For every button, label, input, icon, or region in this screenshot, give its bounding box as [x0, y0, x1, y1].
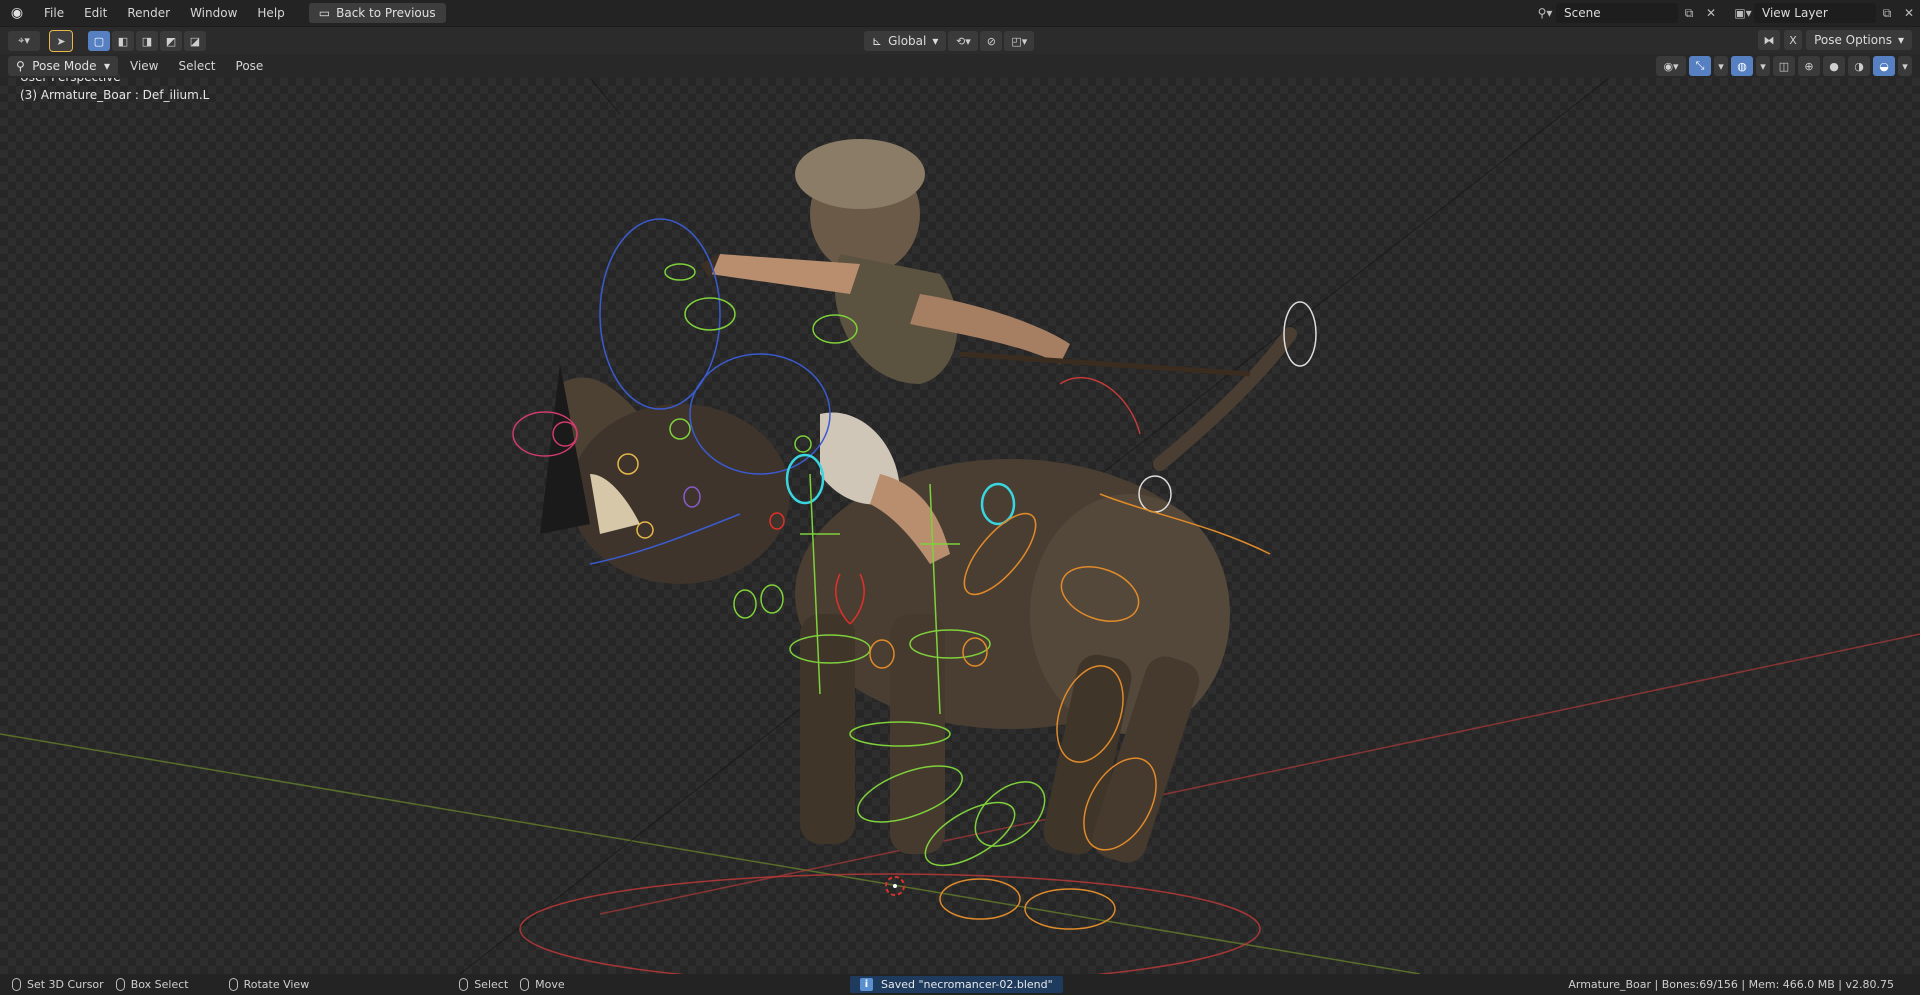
- select-new-icon[interactable]: ▢: [88, 31, 110, 51]
- shading-material-icon[interactable]: ◑: [1848, 56, 1870, 76]
- view-layer-field[interactable]: View Layer: [1754, 3, 1876, 23]
- status-bar: Set 3D Cursor Box Select Rotate View Sel…: [0, 974, 1920, 995]
- snap-icon[interactable]: ⊘: [980, 31, 1003, 51]
- status-move: Move: [520, 978, 565, 991]
- proportional-edit-icon[interactable]: ◰▾: [1004, 31, 1035, 51]
- select-mode-group: ▢ ◧ ◨ ◩ ◪: [88, 31, 206, 51]
- shading-wireframe-icon[interactable]: ⊕: [1798, 56, 1820, 76]
- view-layer-type-icon[interactable]: ▣▾: [1732, 3, 1754, 23]
- active-bone-label: (3) Armature_Boar : Def_ilium.L: [20, 88, 210, 102]
- overlays-icon[interactable]: ◍: [1731, 56, 1753, 76]
- delete-scene-icon[interactable]: ✕: [1700, 3, 1722, 23]
- set-cursor-label: Set 3D Cursor: [27, 978, 104, 991]
- viewport-scene: [0, 54, 1920, 974]
- saved-message: Saved "necromancer-02.blend": [881, 978, 1053, 991]
- mouse-middle-icon: [228, 978, 238, 991]
- chevron-down-icon: ▾: [103, 59, 110, 73]
- y-axis-line: [0, 733, 1421, 974]
- mirror-icon[interactable]: ⧓: [1758, 30, 1781, 50]
- status-select: Select: [459, 978, 508, 991]
- xray-icon[interactable]: ◫: [1773, 56, 1795, 76]
- chevron-down-icon: ▾: [1897, 33, 1904, 47]
- bone-widget-cyan: [785, 453, 825, 505]
- menu-pose[interactable]: Pose: [228, 56, 272, 76]
- saved-report[interactable]: i Saved "necromancer-02.blend": [850, 976, 1063, 993]
- 3d-viewport[interactable]: User Perspective (3) Armature_Boar : Def…: [0, 54, 1920, 974]
- menu-view[interactable]: View: [122, 56, 166, 76]
- select-intersect-icon[interactable]: ◪: [184, 31, 206, 51]
- editor-type-icon[interactable]: ⌖▾: [8, 31, 40, 51]
- scene-type-icon[interactable]: ⚲▾: [1534, 3, 1556, 23]
- delete-view-layer-icon[interactable]: ✕: [1898, 3, 1920, 23]
- select-label: Select: [474, 978, 509, 991]
- status-rotate-view: Rotate View: [228, 978, 310, 991]
- screen-icon: ▭: [318, 6, 331, 20]
- pivot-point-icon[interactable]: ⟲▾: [948, 31, 979, 51]
- box-select-label: Box Select: [130, 978, 189, 991]
- select-tool-icon[interactable]: ➤: [49, 30, 73, 52]
- menu-help[interactable]: Help: [247, 0, 294, 26]
- pose-options-dropdown[interactable]: Pose Options ▾: [1806, 30, 1912, 50]
- pose-options-label: Pose Options: [1814, 33, 1892, 47]
- mirror-x-toggle[interactable]: X: [1784, 30, 1803, 50]
- shading-rendered-icon[interactable]: ◒: [1873, 56, 1895, 76]
- new-view-layer-icon[interactable]: ⧉: [1876, 3, 1898, 23]
- chevron-down-icon[interactable]: ▾: [1756, 56, 1770, 76]
- scene-name-field[interactable]: Scene: [1556, 3, 1678, 23]
- orientation-label: Global: [888, 34, 927, 48]
- back-to-previous-label: Back to Previous: [336, 6, 436, 20]
- chevron-down-icon[interactable]: ▾: [1714, 56, 1728, 76]
- root-control-ellipse: [519, 873, 1261, 974]
- mouse-drag-icon: [115, 978, 125, 991]
- select-extend-icon[interactable]: ◧: [112, 31, 134, 51]
- menu-render[interactable]: Render: [117, 0, 180, 26]
- menu-select[interactable]: Select: [170, 56, 223, 76]
- select-invert-icon[interactable]: ◩: [160, 31, 182, 51]
- top-right-controls: ⚲▾ Scene ⧉ ✕ ▣▾ View Layer ⧉ ✕: [1534, 0, 1920, 26]
- mouse-move-icon: [520, 978, 530, 991]
- move-label: Move: [535, 978, 565, 991]
- back-to-previous-button[interactable]: ▭ Back to Previous: [308, 3, 446, 23]
- chevron-down-icon: ▾: [932, 34, 939, 48]
- shading-solid-icon[interactable]: ●: [1823, 56, 1845, 76]
- gizmo-icon[interactable]: ⤡: [1689, 56, 1711, 76]
- select-tool-group: ➤: [49, 30, 73, 52]
- tool-settings-bar: ⌖▾ ➤ ▢ ◧ ◨ ◩ ◪ ⊾ Global ▾ ⟲▾ ⊘ ◰▾: [0, 26, 1920, 54]
- mouse-right-icon: [459, 978, 469, 991]
- mouse-left-icon: [12, 978, 21, 991]
- 3d-view-header: ⚲ Pose Mode ▾ View Select Pose ◉▾ ⤡ ▾ ◍ …: [0, 54, 1920, 78]
- mode-label: Pose Mode: [32, 59, 97, 73]
- status-set-cursor: Set 3D Cursor: [12, 978, 104, 991]
- x-axis-line: [599, 633, 1920, 915]
- menu-file[interactable]: File: [34, 0, 74, 26]
- orientation-dropdown[interactable]: ⊾ Global ▾: [864, 31, 947, 51]
- mode-dropdown[interactable]: ⚲ Pose Mode ▾: [8, 56, 118, 76]
- visibility-icon[interactable]: ◉▾: [1656, 56, 1686, 76]
- blender-logo-icon[interactable]: ◉: [0, 0, 34, 26]
- info-icon: i: [860, 978, 873, 991]
- pose-mode-icon: ⚲: [16, 59, 25, 73]
- rotate-view-label: Rotate View: [243, 978, 310, 991]
- scene-statistics: Armature_Boar | Bones:69/156 | Mem: 466.…: [1568, 978, 1894, 991]
- editor-type-group: ⌖▾: [8, 31, 40, 51]
- transform-group: ⊾ Global ▾ ⟲▾ ⊘ ◰▾: [864, 31, 1035, 51]
- pose-options-group: ⧓ X Pose Options ▾: [1758, 30, 1912, 50]
- status-box-select: Box Select: [115, 978, 189, 991]
- select-subtract-icon[interactable]: ◨: [136, 31, 158, 51]
- menu-window[interactable]: Window: [180, 0, 247, 26]
- top-bar: ◉ File Edit Render Window Help ▭ Back to…: [0, 0, 1920, 26]
- chevron-down-icon[interactable]: ▾: [1898, 56, 1912, 76]
- menu-edit[interactable]: Edit: [74, 0, 117, 26]
- orientation-icon: ⊾: [872, 34, 883, 48]
- new-scene-icon[interactable]: ⧉: [1678, 3, 1700, 23]
